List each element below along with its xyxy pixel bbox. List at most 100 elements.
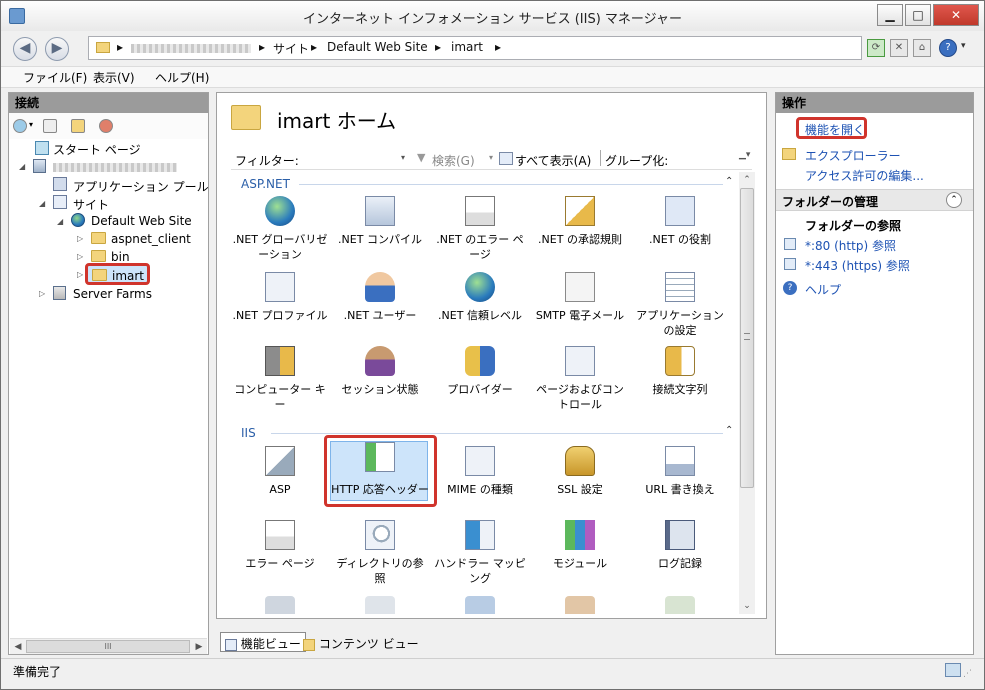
show-all-button[interactable]: すべて表示(A): [515, 152, 591, 169]
scroll-thumb[interactable]: [740, 188, 754, 488]
connections-tree: スタート ページ ◢ アプリケーション プール ◢ サイト ◢ Default …: [9, 139, 209, 637]
search-button[interactable]: 検索(G): [432, 152, 475, 169]
feature-tile[interactable]: モジュール: [531, 518, 629, 592]
scroll-up-icon[interactable]: ⌃: [739, 172, 755, 188]
disconnect-icon[interactable]: [99, 119, 113, 133]
tab-content-view[interactable]: コンテンツ ビュー: [298, 632, 424, 652]
feature-tile[interactable]: ページおよびコントロール: [531, 344, 629, 418]
feature-tile[interactable]: セッション状態: [331, 344, 429, 418]
tab-features-view[interactable]: 機能ビュー: [220, 632, 306, 652]
feature-tile[interactable]: .NET プロファイル: [231, 270, 329, 344]
feature-tile[interactable]: プロバイダー: [431, 344, 529, 418]
feature-tile[interactable]: .NET コンパイル: [331, 194, 429, 268]
partial-tile-icon[interactable]: [265, 596, 295, 614]
help-icon[interactable]: ?: [939, 39, 957, 57]
partial-tile-icon[interactable]: [665, 596, 695, 614]
horizontal-scrollbar[interactable]: ◀ III ▶: [10, 638, 207, 654]
up-folder-icon[interactable]: [71, 119, 85, 133]
partial-tile-icon[interactable]: [365, 596, 395, 614]
address-bar[interactable]: ▸ ▸ サイト ▸ Default Web Site ▸ imart ▸: [88, 36, 862, 60]
feature-tile-http-response-headers[interactable]: HTTP 応答ヘッダー: [330, 441, 429, 501]
collapse-icon[interactable]: ◢: [19, 162, 25, 171]
back-arrow-icon[interactable]: ◀: [13, 37, 37, 61]
feature-tile[interactable]: .NET の役割: [631, 194, 729, 268]
expand-icon[interactable]: ▷: [39, 289, 45, 298]
connect-dropdown-icon[interactable]: ▾: [29, 120, 33, 129]
search-dropdown-icon[interactable]: ▾: [489, 153, 493, 162]
collapse-group-icon[interactable]: ⌃: [725, 425, 733, 436]
close-icon[interactable]: ✕: [933, 4, 979, 26]
save-icon[interactable]: [43, 119, 57, 133]
breadcrumb-imart[interactable]: imart: [451, 40, 483, 54]
scroll-left-icon[interactable]: ◀: [10, 639, 26, 655]
help-link[interactable]: ヘルプ: [805, 281, 841, 298]
tree-server-node[interactable]: [53, 163, 177, 172]
scroll-right-icon[interactable]: ▶: [191, 639, 207, 655]
feature-tile[interactable]: MIME の種類: [431, 444, 529, 518]
home-icon[interactable]: ⌂: [913, 39, 931, 57]
breadcrumb-sites[interactable]: サイト: [273, 40, 309, 57]
feature-tile[interactable]: SMTP 電子メール: [531, 270, 629, 344]
filter-dropdown-icon[interactable]: ▾: [401, 153, 405, 162]
help-dropdown-icon[interactable]: ▾: [961, 41, 966, 51]
feature-tile[interactable]: エラー ページ: [231, 518, 329, 592]
tree-bin[interactable]: bin: [111, 250, 130, 264]
feature-tile[interactable]: URL 書き換え: [631, 444, 729, 518]
navigation-bar: ◀ ▶ ▸ ▸ サイト ▸ Default Web Site ▸ imart ▸…: [1, 31, 984, 65]
maximize-icon[interactable]: □: [905, 4, 931, 26]
refresh-icon[interactable]: ⟳: [867, 39, 885, 57]
tree-start-page[interactable]: スタート ページ: [53, 141, 141, 158]
toolbar-overflow-icon[interactable]: ▁▾: [739, 150, 750, 160]
menu-help[interactable]: ヘルプ(H): [155, 69, 209, 86]
edit-permissions-link[interactable]: アクセス許可の編集...: [805, 167, 924, 184]
collapse-section-icon[interactable]: ⌃: [946, 192, 962, 208]
menu-view[interactable]: 表示(V): [93, 69, 135, 86]
toolbar-divider: [600, 150, 601, 166]
open-feature-link[interactable]: 機能を開く: [805, 121, 865, 138]
feature-tile[interactable]: SSL 設定: [531, 444, 629, 518]
menu-file[interactable]: ファイル(F): [23, 69, 87, 86]
feature-tile[interactable]: 接続文字列: [631, 344, 729, 418]
tree-app-pools[interactable]: アプリケーション プール: [73, 178, 209, 195]
tree-aspnet-client[interactable]: aspnet_client: [111, 232, 191, 246]
feature-tile[interactable]: ASP: [231, 444, 329, 518]
minimize-icon[interactable]: ▁: [877, 4, 903, 26]
feature-tile[interactable]: .NET ユーザー: [331, 270, 429, 344]
feature-tile[interactable]: ログ記録: [631, 518, 729, 592]
explorer-link[interactable]: エクスプローラー: [805, 147, 901, 164]
feature-tile[interactable]: .NET の承認規則: [531, 194, 629, 268]
filter-input[interactable]: [301, 150, 409, 167]
feature-tile[interactable]: アプリケーションの設定: [631, 270, 729, 344]
tree-server-farms[interactable]: Server Farms: [73, 287, 152, 301]
partial-tile-icon[interactable]: [565, 596, 595, 614]
scroll-down-icon[interactable]: ⌄: [739, 598, 755, 614]
browse-https-link[interactable]: *:443 (https) 参照: [805, 257, 910, 274]
resize-grip-icon[interactable]: ⋰: [963, 669, 972, 679]
feature-tile[interactable]: .NET のエラー ページ: [431, 194, 529, 268]
tree-sites[interactable]: サイト: [73, 196, 109, 213]
stop-icon[interactable]: ✕: [890, 39, 908, 57]
tree-default-web-site[interactable]: Default Web Site: [91, 214, 192, 228]
browse-http-link[interactable]: *:80 (http) 参照: [805, 237, 896, 254]
feature-tile[interactable]: コンピューター キー: [231, 344, 329, 418]
forward-arrow-icon[interactable]: ▶: [45, 37, 69, 61]
tree-imart[interactable]: imart: [112, 269, 144, 283]
expand-icon[interactable]: ▷: [77, 270, 83, 279]
collapse-group-icon[interactable]: ⌃: [725, 176, 733, 187]
manage-folder-section[interactable]: フォルダーの管理 ⌃: [776, 189, 973, 211]
feature-tile[interactable]: ディレクトリの参照: [331, 518, 429, 592]
expand-icon[interactable]: ▷: [77, 234, 83, 243]
partial-tile-icon[interactable]: [465, 596, 495, 614]
vertical-scrollbar[interactable]: ⌃ ⌄: [739, 172, 755, 614]
feature-tile[interactable]: .NET グローバリゼーション: [231, 194, 329, 268]
breadcrumb-server[interactable]: [131, 44, 251, 53]
tree-imart-selected[interactable]: imart: [85, 263, 150, 285]
expand-icon[interactable]: ▷: [77, 252, 83, 261]
collapse-icon[interactable]: ◢: [57, 217, 63, 226]
collapse-icon[interactable]: ◢: [39, 199, 45, 208]
connect-icon[interactable]: [13, 119, 27, 133]
feature-tile[interactable]: .NET 信頼レベル: [431, 270, 529, 344]
breadcrumb-default-web-site[interactable]: Default Web Site: [327, 40, 428, 54]
feature-tile[interactable]: ハンドラー マッピング: [431, 518, 529, 592]
scroll-thumb[interactable]: III: [26, 640, 190, 653]
